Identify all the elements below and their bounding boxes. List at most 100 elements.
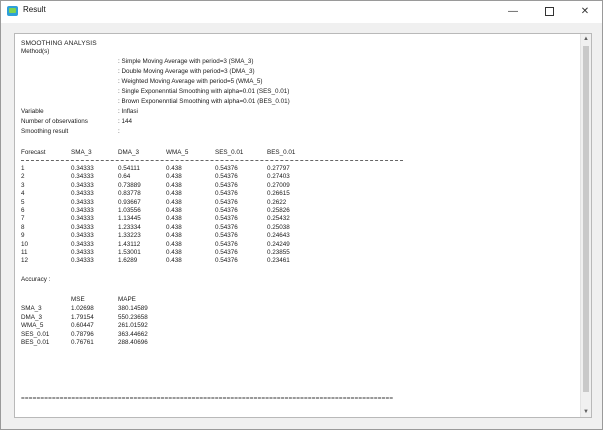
report-content: SMOOTHING ANALYSIS Method(s) : Simple Mo…	[15, 34, 580, 417]
observations-value: : 144	[118, 118, 133, 125]
forecast-cell: 1.33223	[118, 232, 141, 240]
forecast-cell: 0.93667	[118, 198, 141, 206]
forecast-header-cell: DMA_3	[118, 149, 139, 156]
forecast-cell: 6	[21, 207, 25, 214]
forecast-cell: 0.54376	[215, 165, 238, 172]
forecast-cell: 0.34333	[71, 181, 94, 189]
forecast-cell: 1	[21, 165, 25, 172]
forecast-header-cell: Forecast	[21, 149, 46, 156]
forecast-cell: 0.438	[166, 173, 182, 181]
accuracy-cell: DMA_3	[21, 313, 42, 321]
forecast-header-cell: WMA_5	[166, 149, 189, 156]
method-line: : Single Exponenntial Smoothing with alp…	[118, 88, 290, 95]
forecast-cell: 0.2622	[267, 198, 287, 206]
forecast-cell: 1.13445	[118, 215, 141, 223]
scroll-down-icon[interactable]: ▼	[581, 407, 591, 417]
forecast-cell: 0.438	[166, 165, 182, 172]
accuracy-cell: SMA_3	[21, 305, 42, 312]
forecast-cell: 0.25432	[267, 215, 290, 223]
forecast-cell: 12	[21, 257, 29, 265]
forecast-cell: 0.27009	[267, 181, 290, 189]
accuracy-cell: 0.60447	[71, 322, 94, 330]
window-title: Result	[23, 5, 46, 14]
forecast-cell: 11	[21, 249, 28, 256]
forecast-header-cell: SES_0.01	[215, 149, 244, 156]
forecast-cell: 0.83778	[118, 190, 141, 198]
forecast-cell: 0.438	[166, 257, 182, 265]
accuracy-cell: 288.40696	[118, 339, 148, 347]
forecast-cell: 0.64	[118, 173, 131, 181]
forecast-cell: 9	[21, 232, 25, 240]
minimize-button[interactable]: —	[495, 1, 531, 23]
smoothing-result-value: :	[118, 128, 120, 135]
title-bar[interactable]: Result — ✕	[1, 1, 602, 24]
forecast-cell: 0.438	[166, 198, 182, 206]
method-line: : Brown Exponenntial Smoothing with alph…	[118, 98, 290, 105]
forecast-cell: 1.23334	[118, 223, 141, 231]
end-separator: ========================================…	[21, 395, 394, 402]
app-icon	[7, 6, 18, 16]
forecast-cell: 0.54376	[215, 240, 238, 248]
forecast-cell: 0.438	[166, 249, 182, 256]
maximize-button[interactable]	[531, 1, 567, 23]
forecast-cell: 0.34333	[71, 240, 94, 248]
vertical-scrollbar[interactable]: ▲ ▼	[580, 34, 591, 417]
forecast-cell: 0.27797	[267, 165, 290, 172]
forecast-cell: 0.54376	[215, 257, 238, 265]
variable-label: Variable	[21, 108, 44, 115]
forecast-cell: 0.24643	[267, 232, 290, 240]
forecast-header-cell: SMA_3	[71, 149, 92, 156]
variable-value: : Inflasi	[118, 108, 138, 115]
scroll-up-icon[interactable]: ▲	[581, 34, 591, 44]
forecast-header-cell: BES_0.01	[267, 149, 296, 156]
scrollbar-thumb[interactable]	[583, 46, 589, 392]
method-line: : Double Moving Average with period=3 (D…	[118, 68, 255, 75]
observations-label: Number of observations	[21, 118, 88, 125]
accuracy-cell: 0.76761	[71, 339, 94, 347]
forecast-cell: 7	[21, 215, 25, 223]
forecast-cell: 0.54376	[215, 173, 238, 181]
forecast-cell: 0.34333	[71, 173, 94, 181]
forecast-cell: 0.438	[166, 232, 182, 240]
close-button[interactable]: ✕	[567, 1, 603, 23]
accuracy-cell: 550.23658	[118, 313, 148, 321]
smoothing-result-label: Smoothing result	[21, 128, 69, 135]
forecast-cell: 0.25826	[267, 207, 290, 214]
accuracy-cell: 0.78796	[71, 330, 94, 338]
forecast-cell: 4	[21, 190, 25, 198]
forecast-cell: 1.53001	[118, 249, 141, 256]
forecast-cell: 0.34333	[71, 249, 94, 256]
forecast-cell: 3	[21, 181, 25, 189]
forecast-cell: 0.438	[166, 181, 182, 189]
accuracy-cell: 1.02698	[71, 305, 94, 312]
forecast-cell: 0.438	[166, 207, 182, 214]
forecast-cell: 0.25038	[267, 223, 290, 231]
result-text-area[interactable]: SMOOTHING ANALYSIS Method(s) : Simple Mo…	[14, 33, 592, 418]
accuracy-cell: SES_0.01	[21, 330, 50, 338]
forecast-cell: 1.03556	[118, 207, 141, 214]
accuracy-cell: 1.79154	[71, 313, 94, 321]
forecast-cell: 0.73889	[118, 181, 141, 189]
maximize-icon	[544, 6, 554, 16]
forecast-cell: 0.34333	[71, 215, 94, 223]
accuracy-header-cell: MAPE	[118, 296, 136, 303]
forecast-cell: 0.34333	[71, 232, 94, 240]
forecast-cell: 0.54376	[215, 232, 238, 240]
accuracy-cell: 380.14589	[118, 305, 148, 312]
forecast-cell: 0.438	[166, 215, 182, 223]
forecast-cell: 0.34333	[71, 257, 94, 265]
forecast-cell: 2	[21, 173, 25, 181]
forecast-cell: 0.438	[166, 190, 182, 198]
method-line: : Simple Moving Average with period=3 (S…	[118, 58, 254, 65]
forecast-cell: 1.6289	[118, 257, 138, 265]
forecast-cell: 0.34333	[71, 165, 94, 172]
forecast-cell: 0.54111	[118, 165, 140, 172]
forecast-cell: 0.54376	[215, 249, 238, 256]
accuracy-header-cell: MSE	[71, 296, 85, 303]
forecast-cell: 0.54376	[215, 198, 238, 206]
accuracy-cell: 261.01592	[118, 322, 148, 330]
forecast-cell: 0.23855	[267, 249, 290, 256]
forecast-cell: 0.34333	[71, 223, 94, 231]
forecast-cell: 10	[21, 240, 29, 248]
forecast-cell: 0.24249	[267, 240, 290, 248]
